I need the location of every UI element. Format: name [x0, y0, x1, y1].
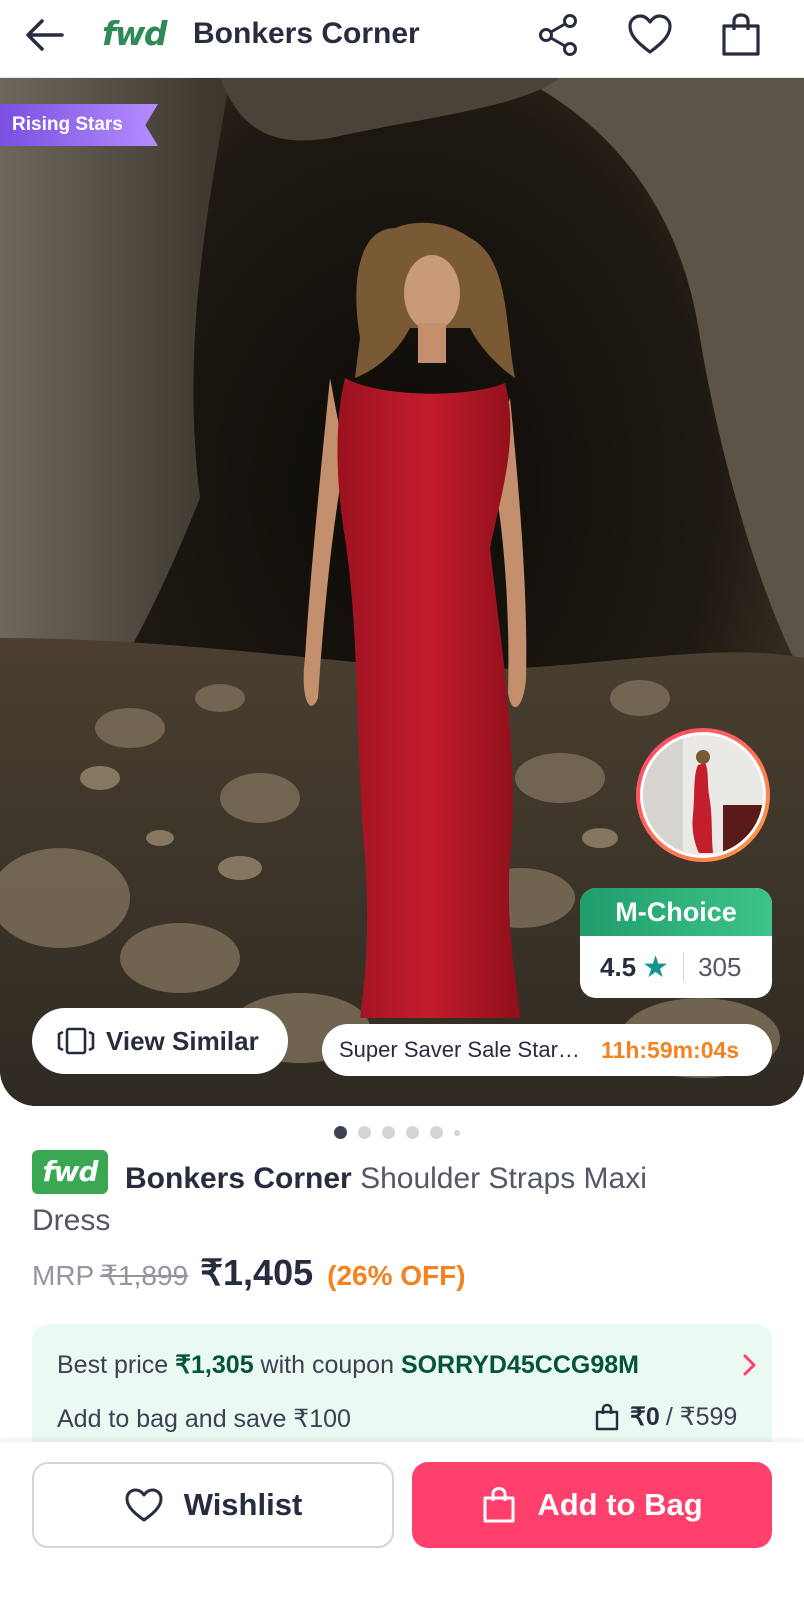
wishlist-heart-icon[interactable] [627, 12, 673, 58]
carousel-dot[interactable] [382, 1126, 395, 1139]
sale-timer: 11h:59m:04s [601, 1036, 740, 1063]
product-image-carousel[interactable]: Rising Stars M-Choice 4.5 ★ 305 View Sim… [0, 78, 804, 1106]
bag-target-value: / ₹599 [665, 1403, 738, 1431]
best-price-prefix: Best price [57, 1351, 169, 1379]
best-price-middle: with coupon [260, 1351, 394, 1379]
price-row: MRP ₹1,899 ₹1,405 (26% OFF) [32, 1252, 466, 1294]
carousel-dots [334, 1126, 460, 1139]
chevron-right-icon[interactable] [740, 1352, 760, 1383]
carousel-dot[interactable] [406, 1126, 419, 1139]
bag-current-value: ₹0 [630, 1403, 660, 1431]
mrp-label: MRP [32, 1260, 95, 1291]
product-brand[interactable]: Bonkers Corner [125, 1162, 352, 1195]
wishlist-button[interactable]: Wishlist [32, 1462, 394, 1548]
carousel-dot[interactable] [358, 1126, 371, 1139]
carousel-dot[interactable] [454, 1129, 460, 1136]
bag-icon [595, 1403, 619, 1431]
bottom-action-bar: Wishlist Add to Bag [0, 1442, 804, 1600]
product-title: Bonkers Corner Shoulder Straps Maxi Dres… [32, 1158, 732, 1242]
discount-percent: (26% OFF) [327, 1260, 466, 1291]
mrp-value: ₹1,899 [100, 1260, 189, 1291]
selling-price: ₹1,405 [200, 1252, 314, 1293]
bag-icon[interactable] [718, 12, 764, 58]
fwd-logo: fwd [102, 14, 167, 53]
sale-countdown-banner[interactable]: Super Saver Sale Star… 11h:59m:04s [322, 1024, 772, 1076]
m-choice-card[interactable]: M-Choice 4.5 ★ 305 [580, 888, 772, 998]
share-icon[interactable] [536, 12, 582, 58]
page-title[interactable]: Bonkers Corner [193, 17, 420, 51]
star-icon: ★ [642, 950, 670, 984]
view-similar-label: View Similar [106, 1025, 259, 1056]
rating-value: 4.5 [600, 951, 637, 982]
similar-cards-icon [57, 1027, 95, 1055]
best-price-value: ₹1,305 [175, 1351, 254, 1379]
bag-progress: ₹0 / ₹599 [594, 1402, 737, 1432]
back-arrow-icon[interactable] [22, 12, 68, 58]
bag-save-text: Add to bag and save ₹100 [57, 1405, 351, 1433]
top-app-bar: fwd Bonkers Corner [0, 0, 804, 78]
rising-stars-badge: Rising Stars [0, 104, 158, 146]
add-to-bag-button[interactable]: Add to Bag [412, 1462, 772, 1548]
video-thumbnail[interactable] [636, 728, 770, 862]
coupon-code: SORRYD45CCG98M [400, 1351, 639, 1379]
heart-icon [125, 1488, 163, 1522]
wishlist-label: Wishlist [183, 1487, 303, 1522]
rating-count: 305 [698, 951, 742, 982]
m-choice-label: M-Choice [580, 888, 772, 936]
carousel-dot[interactable] [334, 1126, 347, 1139]
view-similar-button[interactable]: View Similar [32, 1008, 288, 1074]
divider [683, 952, 685, 982]
add-to-bag-label: Add to Bag [537, 1487, 703, 1522]
sale-text: Super Saver Sale Star… [339, 1037, 580, 1062]
carousel-dot[interactable] [430, 1126, 443, 1139]
bag-icon [483, 1486, 515, 1523]
best-price-line: Best price ₹1,305 with coupon SORRYD45CC… [57, 1350, 639, 1380]
